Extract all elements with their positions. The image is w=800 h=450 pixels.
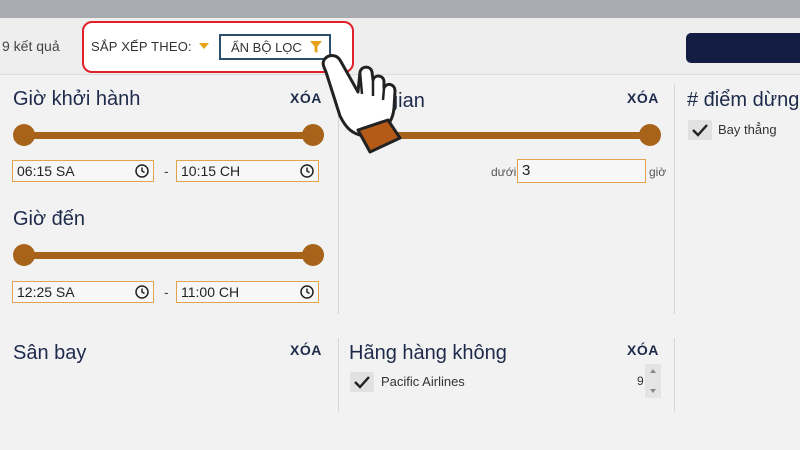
airline-clear-button[interactable]: XÓA (627, 342, 659, 358)
airport-title: Sân bay (13, 342, 87, 364)
count-spinner[interactable] (645, 364, 661, 398)
clock-icon[interactable] (135, 164, 149, 178)
pacific-airlines-count: 9 (637, 374, 644, 388)
column-divider (674, 338, 675, 412)
range-separator: - (164, 163, 169, 179)
airline-title: Hãng hàng không (349, 342, 507, 364)
checkmark-icon (354, 376, 370, 389)
departure-slider-track (24, 132, 314, 139)
stops-title: # điểm dừng (687, 89, 800, 111)
arrival-from-value: 12:25 SA (17, 284, 75, 300)
arrival-to-input[interactable]: 11:00 CH (176, 281, 319, 303)
clock-icon[interactable] (300, 285, 314, 299)
arrival-from-input[interactable]: 12:25 SA (12, 281, 154, 303)
duration-hours-input[interactable]: 3 (517, 159, 646, 183)
clock-icon[interactable] (300, 164, 314, 178)
column-divider (338, 338, 339, 412)
departure-to-input[interactable]: 10:15 CH (176, 160, 319, 182)
departure-slider-min-handle[interactable] (13, 124, 35, 146)
arrival-slider-max-handle[interactable] (302, 244, 324, 266)
checkmark-icon (692, 124, 708, 137)
departure-from-value: 06:15 SA (17, 163, 75, 179)
column-divider (674, 84, 675, 314)
spinner-arrow-icon (650, 369, 656, 393)
dropdown-caret-icon[interactable] (199, 43, 209, 49)
arrival-slider-min-handle[interactable] (13, 244, 35, 266)
search-button[interactable] (686, 33, 800, 63)
pacific-airlines-checkbox[interactable] (350, 372, 374, 392)
duration-clear-button[interactable]: XÓA (627, 90, 659, 106)
results-count: 9 kết quả (2, 38, 60, 54)
hide-filters-label: ẨN BỘ LỌC (231, 40, 302, 55)
pointing-hand-icon (321, 54, 402, 154)
duration-unit-label: giờ (649, 165, 667, 179)
nonstop-label: Bay thẳng (718, 122, 777, 137)
departure-time-title: Giờ khởi hành (13, 88, 141, 110)
hide-filters-button[interactable]: ẨN BỘ LỌC (219, 34, 331, 60)
range-separator: - (164, 284, 169, 300)
duration-slider-handle[interactable] (639, 124, 661, 146)
departure-to-value: 10:15 CH (181, 163, 241, 179)
arrival-time-title: Giờ đến (13, 208, 86, 230)
airport-clear-button[interactable]: XÓA (290, 342, 322, 358)
arrival-slider-track (24, 252, 314, 259)
pacific-airlines-label: Pacific Airlines (381, 374, 465, 389)
clock-icon[interactable] (135, 285, 149, 299)
departure-from-input[interactable]: 06:15 SA (12, 160, 154, 182)
nonstop-checkbox[interactable] (688, 120, 712, 140)
arrival-to-value: 11:00 CH (181, 284, 240, 300)
duration-under-label: dưới (491, 165, 517, 179)
sort-by-dropdown[interactable]: SẮP XẾP THEO: (91, 39, 192, 54)
